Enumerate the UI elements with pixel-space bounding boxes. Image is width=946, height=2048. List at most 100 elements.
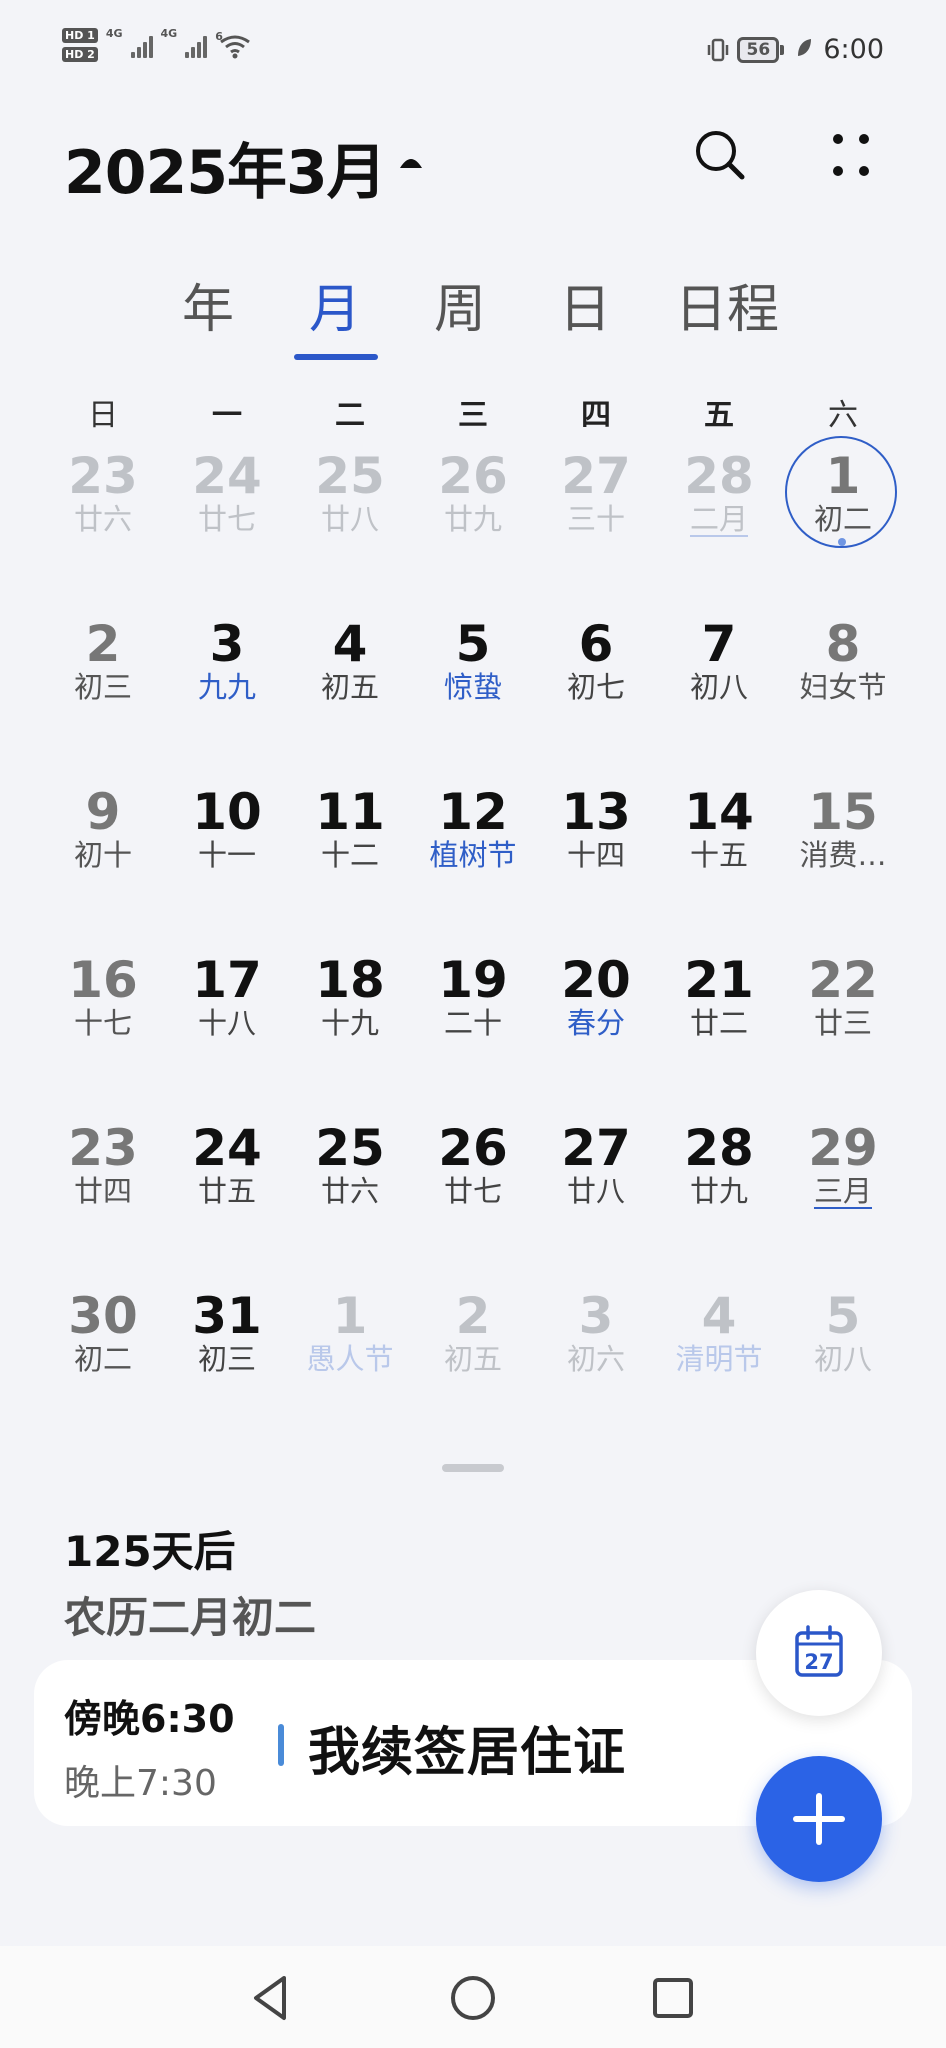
- day-cell[interactable]: 31 初三: [165, 1290, 289, 1400]
- status-right: 56 6:00: [707, 34, 884, 65]
- day-number: 14: [684, 783, 754, 841]
- day-lunar-label: 廿九: [443, 502, 502, 536]
- drag-handle[interactable]: [442, 1464, 504, 1472]
- wifi-label: 6: [215, 30, 223, 43]
- day-cell[interactable]: 2 初五: [411, 1290, 535, 1400]
- calendar-icon: 27: [795, 1625, 843, 1677]
- weekday-header: 日 一 二 三 四 五 六: [0, 390, 946, 433]
- day-lunar-label: 三月: [813, 1174, 872, 1208]
- tab-day[interactable]: 日: [559, 270, 611, 350]
- day-cell[interactable]: 5 初八: [781, 1290, 905, 1400]
- leaf-icon: [795, 37, 813, 63]
- caret-up-icon[interactable]: [396, 146, 426, 176]
- day-number: 9: [85, 783, 121, 841]
- day-lunar-label: 廿三: [813, 1006, 872, 1040]
- recents-button[interactable]: [643, 1968, 703, 2028]
- hd2-badge: HD 2: [62, 47, 98, 62]
- day-number: 28: [684, 1119, 754, 1177]
- day-cell[interactable]: 27 廿八: [534, 1122, 658, 1232]
- weekday-wed: 三: [458, 398, 488, 433]
- day-cell[interactable]: 25 廿六: [288, 1122, 412, 1232]
- day-cell[interactable]: 22 廿三: [781, 954, 905, 1064]
- day-number: 7: [701, 615, 737, 673]
- day-number: 5: [455, 615, 491, 673]
- day-cell[interactable]: 25 廿八: [288, 450, 412, 560]
- day-number: 27: [561, 447, 631, 505]
- day-cell[interactable]: 3 九九: [165, 618, 289, 728]
- search-button[interactable]: [690, 125, 750, 185]
- day-lunar-label: 廿七: [443, 1174, 502, 1208]
- day-number: 16: [68, 951, 138, 1009]
- battery-icon: 56: [737, 36, 785, 63]
- day-cell[interactable]: 23 廿四: [41, 1122, 165, 1232]
- day-lunar-label: 廿四: [73, 1174, 132, 1208]
- day-cell[interactable]: 28 廿九: [657, 1122, 781, 1232]
- event-end-time: 晚上7:30: [64, 1763, 217, 1804]
- day-festival-label: 惊蛰: [443, 670, 502, 704]
- day-cell[interactable]: 21 廿二: [657, 954, 781, 1064]
- day-number: 22: [808, 951, 878, 1009]
- day-cell[interactable]: 30 初二: [41, 1290, 165, 1400]
- day-cell[interactable]: 24 廿五: [165, 1122, 289, 1232]
- event-dot: [838, 538, 846, 546]
- more-dots-icon: [833, 134, 869, 176]
- add-event-button[interactable]: [756, 1756, 882, 1882]
- tab-month[interactable]: 月: [309, 270, 361, 350]
- event-title: 我续签居住证: [308, 1723, 627, 1783]
- day-cell[interactable]: 12 植树节: [411, 786, 535, 896]
- day-number: 3: [578, 1287, 614, 1345]
- day-cell[interactable]: 16 十七: [41, 954, 165, 1064]
- tab-schedule[interactable]: 日程: [675, 270, 779, 350]
- day-cell[interactable]: 11 十二: [288, 786, 412, 896]
- day-cell[interactable]: 17 十八: [165, 954, 289, 1064]
- day-cell[interactable]: 4 初五: [288, 618, 412, 728]
- day-cell[interactable]: 1 初二: [781, 436, 905, 560]
- tab-week[interactable]: 周: [434, 270, 486, 350]
- day-cell[interactable]: 14 十五: [657, 786, 781, 896]
- day-festival-label: 植树节: [429, 838, 517, 872]
- weekday-sun: 日: [88, 398, 118, 433]
- go-to-today-button[interactable]: 27: [756, 1590, 882, 1716]
- day-cell[interactable]: 24 廿七: [165, 450, 289, 560]
- day-cell[interactable]: 29 三月: [781, 1122, 905, 1232]
- day-cell[interactable]: 10 十一: [165, 786, 289, 896]
- day-number: 3: [209, 615, 245, 673]
- day-cell[interactable]: 20 春分: [534, 954, 658, 1064]
- day-cell[interactable]: 15 消费…: [781, 786, 905, 896]
- month-title[interactable]: 2025年3月: [64, 124, 387, 211]
- day-cell[interactable]: 3 初六: [534, 1290, 658, 1400]
- day-cell[interactable]: 2 初三: [41, 618, 165, 728]
- day-cell[interactable]: 18 十九: [288, 954, 412, 1064]
- day-cell[interactable]: 5 惊蛰: [411, 618, 535, 728]
- day-cell[interactable]: 1 愚人节: [288, 1290, 412, 1400]
- home-button[interactable]: [443, 1968, 503, 2028]
- tab-year[interactable]: 年: [182, 270, 234, 350]
- day-cell[interactable]: 26 廿九: [411, 450, 535, 560]
- signal-strength-1-icon: [130, 32, 153, 58]
- day-lunar-label: 廿五: [197, 1174, 256, 1208]
- day-cell[interactable]: 19 二十: [411, 954, 535, 1064]
- day-number: 10: [192, 783, 262, 841]
- network-type-2: 4G: [160, 26, 178, 40]
- more-options-button[interactable]: [820, 125, 880, 185]
- back-button[interactable]: [242, 1968, 302, 2028]
- day-cell[interactable]: 6 初七: [534, 618, 658, 728]
- day-number: 2: [455, 1287, 491, 1345]
- day-cell[interactable]: 27 三十: [534, 450, 658, 560]
- day-cell[interactable]: 13 十四: [534, 786, 658, 896]
- day-number: 28: [684, 447, 754, 505]
- day-number: 18: [315, 951, 385, 1009]
- day-number: 23: [68, 447, 138, 505]
- day-lunar-label: 廿二: [689, 1006, 748, 1040]
- day-cell[interactable]: 4 清明节: [657, 1290, 781, 1400]
- home-circle-icon: [451, 1976, 495, 2020]
- day-festival-label: 愚人节: [306, 1342, 394, 1376]
- day-cell[interactable]: 28 二月: [657, 450, 781, 560]
- day-cell[interactable]: 9 初十: [41, 786, 165, 896]
- day-cell[interactable]: 7 初八: [657, 618, 781, 728]
- day-cell[interactable]: 8 妇女节: [781, 618, 905, 728]
- day-cell[interactable]: 26 廿七: [411, 1122, 535, 1232]
- day-cell[interactable]: 23 廿六: [41, 450, 165, 560]
- day-number: 13: [561, 783, 631, 841]
- plus-icon: [793, 1793, 845, 1845]
